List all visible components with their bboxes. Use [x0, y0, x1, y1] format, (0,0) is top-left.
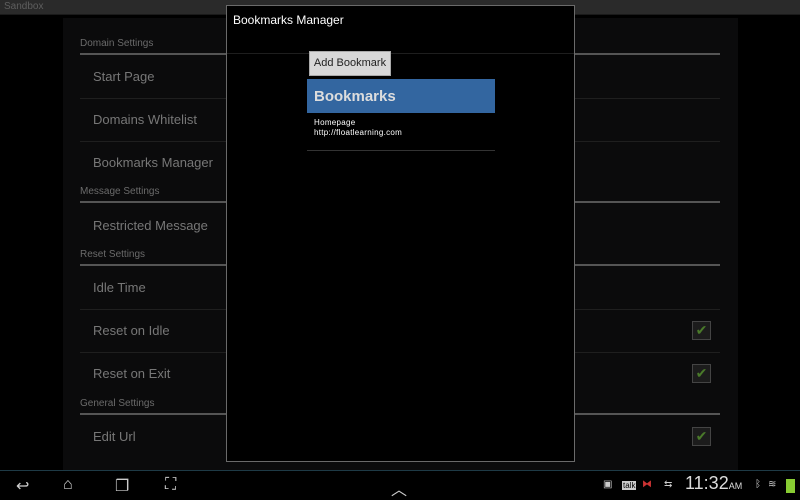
talk-icon: talk	[622, 481, 637, 490]
setting-domains-whitelist[interactable]: Domains Whitelist	[93, 112, 197, 127]
setting-edit-url[interactable]: Edit Url	[93, 429, 136, 444]
home-icon[interactable]: ⌂	[63, 476, 73, 494]
bluetooth-icon: ᛒ	[755, 479, 761, 490]
setting-bookmarks-manager[interactable]: Bookmarks Manager	[93, 155, 213, 170]
dialog-title: Bookmarks Manager	[233, 13, 344, 27]
setting-reset-on-exit[interactable]: Reset on Exit	[93, 366, 170, 381]
setting-idle-time[interactable]: Idle Time	[93, 280, 146, 295]
bookmarks-manager-dialog: Bookmarks Manager Add Bookmark Bookmarks…	[226, 5, 575, 462]
reset-on-idle-checkbox[interactable]: ✔	[692, 321, 711, 340]
setting-reset-on-idle[interactable]: Reset on Idle	[93, 323, 170, 338]
bookmark-url: http://floatlearning.com	[314, 128, 403, 137]
gallery-icon: ▣	[603, 479, 613, 490]
bookmark-item[interactable]: Homepage http://floatlearning.com	[307, 118, 495, 151]
setting-start-page[interactable]: Start Page	[93, 69, 154, 84]
system-bar: ↩ ⌂ ❐ ⛶ ︿	[0, 470, 800, 500]
recent-apps-icon[interactable]: ❐	[115, 476, 129, 496]
screenshot-icon[interactable]: ⛶	[165, 476, 176, 494]
dialog-title-divider	[227, 53, 574, 54]
clock: 11:32AM	[685, 473, 742, 494]
edit-url-checkbox[interactable]: ✔	[692, 427, 711, 446]
setting-restricted-message[interactable]: Restricted Message	[93, 218, 208, 233]
bookmark-name: Homepage	[314, 118, 356, 127]
wifi-icon: ≋	[768, 479, 777, 490]
bookmarks-list-header: Bookmarks	[307, 79, 495, 113]
app-notification-icon: ⧓	[642, 479, 652, 490]
clock-ampm: AM	[728, 481, 743, 491]
add-bookmark-button[interactable]: Add Bookmark	[309, 51, 391, 76]
clock-time: 11:32	[685, 473, 729, 493]
app-title: Sandbox	[4, 1, 44, 12]
back-icon[interactable]: ↩	[16, 476, 29, 496]
menu-up-icon[interactable]: ︿	[391, 476, 407, 500]
reset-on-exit-checkbox[interactable]: ✔	[692, 364, 711, 383]
sync-icon: ⇆	[664, 479, 673, 490]
battery-icon	[786, 479, 795, 493]
